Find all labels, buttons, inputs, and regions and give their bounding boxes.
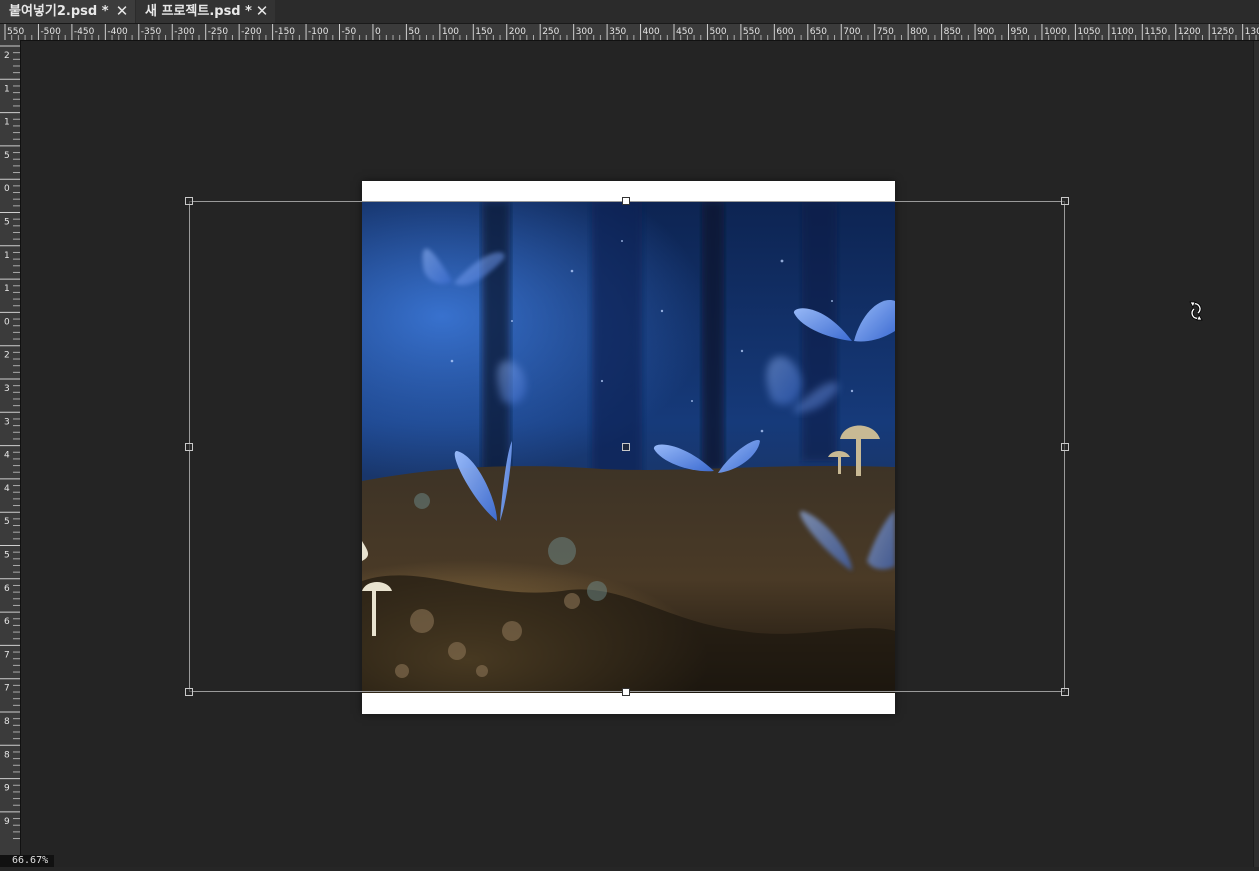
ruler-label: 750 (877, 27, 894, 37)
ruler-label: 300 (576, 27, 593, 37)
transform-handle-top-center[interactable] (622, 197, 630, 205)
ruler-label: 700 (843, 27, 860, 37)
close-icon[interactable]: ✕ (114, 0, 130, 23)
ruler-label: 7 (4, 650, 10, 660)
transform-reference-point[interactable] (622, 443, 630, 451)
ruler-label: 600 (776, 27, 793, 37)
ruler-label: 5 (4, 517, 10, 527)
ruler-label: -300 (174, 27, 195, 37)
ruler-label: 8 (4, 717, 10, 727)
ruler-label: 1050 (1077, 27, 1100, 37)
ruler-label: -400 (107, 27, 128, 37)
ruler-label: 800 (910, 27, 927, 37)
transform-handle-top-left[interactable] (185, 197, 193, 205)
ruler-label: 9 (4, 817, 10, 827)
workspace-scrollbar[interactable] (1253, 41, 1259, 867)
horizontal-ruler[interactable]: 550 -500 -450 -400 -350 -300 -250 -200 -150 -100-… (0, 24, 1259, 41)
ruler-label: 400 (643, 27, 660, 37)
tab-paste2-psd[interactable]: 붙여넣기2.psd * ✕ (0, 0, 135, 23)
vertical-ruler[interactable]: 2 1 1 5 0 5 1 1 0 2 3 3 4 4 5 5 6 6 7 7 8 8 9 9 (0, 40, 21, 867)
ruler-label: 9 (4, 784, 10, 794)
ruler-label: 350 (609, 27, 626, 37)
ruler-label: 5 (4, 551, 10, 561)
rotate-cursor-icon (1188, 300, 1204, 322)
ruler-label: 550 (743, 27, 760, 37)
ruler-label: 850 (944, 27, 961, 37)
ruler-label: 3 (4, 384, 10, 394)
ruler-label: 3 (4, 417, 10, 427)
transform-handle-bottom-left[interactable] (185, 688, 193, 696)
ruler-label: -500 (40, 27, 61, 37)
ruler-label: 200 (509, 27, 526, 37)
ruler-label: 950 (1011, 27, 1028, 37)
ruler-label: 4 (4, 451, 10, 461)
transform-handle-middle-right[interactable] (1061, 443, 1069, 451)
ruler-label: 4 (4, 484, 10, 494)
transform-handle-middle-left[interactable] (185, 443, 193, 451)
ruler-label: 550 (7, 27, 24, 37)
ruler-label: 1 (4, 284, 10, 294)
ruler-label: 1250 (1211, 27, 1234, 37)
ruler-label: 250 (542, 27, 559, 37)
zoom-level-indicator: 66.67% (0, 855, 55, 867)
close-icon[interactable]: ✕ (254, 0, 270, 23)
ruler-label: 1 (4, 251, 10, 261)
tab-label: 붙여넣기2.psd * (9, 4, 109, 19)
ruler-label: 5 (4, 218, 10, 228)
ruler-label: 900 (977, 27, 994, 37)
ruler-label: 1100 (1111, 27, 1134, 37)
transform-handle-bottom-right[interactable] (1061, 688, 1069, 696)
ruler-label: 0 (4, 317, 10, 327)
ruler-label: -50 (342, 27, 357, 37)
ruler-label: 2 (4, 51, 10, 61)
transform-handle-bottom-center[interactable] (622, 688, 630, 696)
ruler-label: 1 (4, 118, 10, 128)
ruler-label: 2 (4, 351, 10, 361)
ruler-label: 6 (4, 584, 10, 594)
ruler-label: 1000 (1044, 27, 1067, 37)
ruler-label: 5 (4, 151, 10, 161)
vertical-ruler-ticks: 2 1 1 5 0 5 1 1 0 2 3 3 4 4 5 5 6 6 7 7 8 8 9 9 (0, 45, 20, 840)
ruler-label: 0 (4, 184, 10, 194)
ruler-label: 0 (375, 27, 381, 37)
ruler-label: 50 (408, 27, 420, 37)
document-tab-bar: 붙여넣기2.psd * ✕ 새 프로젝트.psd * ✕ (0, 0, 1259, 24)
ruler-label: 150 (475, 27, 492, 37)
tab-label: 새 프로젝트.psd * (145, 4, 252, 19)
ruler-label: 7 (4, 684, 10, 694)
ruler-label: -100 (308, 27, 329, 37)
ruler-label: -250 (208, 27, 229, 37)
horizontal-ruler-ticks: 550 -500 -450 -400 -350 -300 -250 -200 -150 -100-… (4, 24, 1259, 40)
ruler-label: 650 (810, 27, 827, 37)
ruler-label: -450 (74, 27, 95, 37)
tab-new-project-psd[interactable]: 새 프로젝트.psd * ✕ (136, 0, 275, 23)
ruler-label: 450 (676, 27, 693, 37)
transform-handle-top-right[interactable] (1061, 197, 1069, 205)
ruler-label: 1200 (1178, 27, 1201, 37)
ruler-label: -200 (241, 27, 262, 37)
ruler-label: 1 (4, 84, 10, 94)
ruler-label: 6 (4, 617, 10, 627)
ruler-label: 100 (442, 27, 459, 37)
ruler-label: 500 (709, 27, 726, 37)
ruler-label: -150 (275, 27, 296, 37)
ruler-label: 1300 (1245, 27, 1259, 37)
ruler-label: 8 (4, 750, 10, 760)
ruler-label: 1150 (1144, 27, 1167, 37)
ruler-label: -350 (141, 27, 162, 37)
